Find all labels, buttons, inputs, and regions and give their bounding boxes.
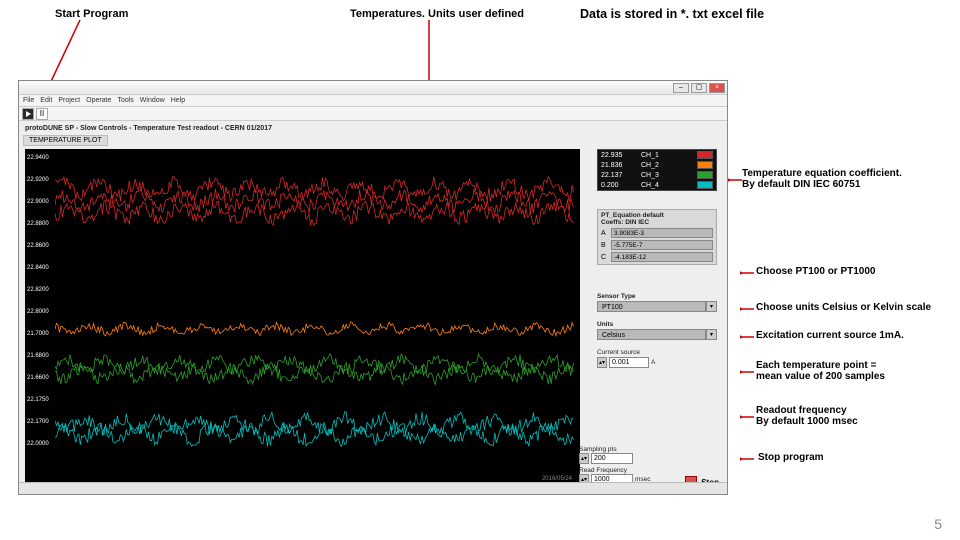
legend-swatch <box>697 181 713 189</box>
chart-series <box>55 322 574 336</box>
callout-current: Excitation current source 1mA. <box>756 330 904 341</box>
titlebar: – ▢ × <box>19 81 727 95</box>
y-tick: 22.9400 <box>27 155 49 161</box>
legend-row-0[interactable]: 22.935 CH_1 <box>598 150 716 160</box>
callout-coef: Temperature equation coefficient. By def… <box>742 168 902 190</box>
coef-b-label: B <box>601 242 609 249</box>
y-tick: 21.6800 <box>27 353 49 359</box>
maximize-button[interactable]: ▢ <box>691 83 707 93</box>
sampling-label: Sampling pts <box>579 446 709 453</box>
statusbar <box>19 482 727 494</box>
menu-operate[interactable]: Operate <box>86 97 111 104</box>
callout-stored: Data is stored in *. txt excel file <box>580 7 764 21</box>
callout-sensor: Choose PT100 or PT1000 <box>756 266 876 277</box>
current-control: Current source ▴▾ A <box>597 349 717 368</box>
legend-swatch <box>697 171 713 179</box>
sampling-spinner[interactable]: ▴▾ <box>579 453 589 464</box>
chart-series <box>55 422 574 447</box>
callout-units: Choose units Celsius or Kelvin scale <box>756 302 931 313</box>
chart-plot <box>55 154 575 474</box>
legend-name: CH_1 <box>641 152 693 159</box>
coef-header: PT_Equation default Coeffs: DIN IEC <box>601 212 713 226</box>
legend-val: 0.200 <box>601 182 637 189</box>
menu-edit[interactable]: Edit <box>40 97 52 104</box>
workspace: protoDUNE SP - Slow Controls - Temperatu… <box>19 121 727 494</box>
toolbar: II <box>19 107 727 121</box>
callout-samples: Each temperature point = mean value of 2… <box>756 360 885 382</box>
page-number: 5 <box>934 516 942 532</box>
coef-a-input[interactable] <box>611 228 713 238</box>
coef-panel: PT_Equation default Coeffs: DIN IEC A B … <box>597 209 717 265</box>
legend-val: 22.137 <box>601 172 637 179</box>
callout-freq: Readout frequency By default 1000 msec <box>756 405 858 427</box>
y-tick: 22.1700 <box>27 419 49 425</box>
sensor-label: Sensor Type <box>597 293 717 300</box>
sensor-dropdown-btn[interactable]: ▾ <box>706 301 717 312</box>
current-spinner[interactable]: ▴▾ <box>597 357 607 368</box>
y-tick: 22.8400 <box>27 265 49 271</box>
y-tick: 22.8200 <box>27 287 49 293</box>
legend-val: 22.935 <box>601 152 637 159</box>
readfreq-label: Read Frequency <box>579 467 709 474</box>
callout-temps: Temperatures. Units user defined <box>350 8 524 20</box>
y-tick: 22.0000 <box>27 441 49 447</box>
arrow-freq <box>740 413 756 421</box>
sensor-picker: Sensor Type PT100▾ <box>597 293 717 312</box>
pause-button[interactable]: II <box>36 108 48 120</box>
menu-window[interactable]: Window <box>140 97 165 104</box>
menu-file[interactable]: File <box>23 97 34 104</box>
y-tick: 22.8000 <box>27 309 49 315</box>
y-tick: 22.9200 <box>27 177 49 183</box>
arrow-current <box>740 333 756 341</box>
menubar: File Edit Project Operate Tools Window H… <box>19 95 727 107</box>
close-button[interactable]: × <box>709 83 725 93</box>
y-tick: 21.7000 <box>27 331 49 337</box>
app-window: – ▢ × File Edit Project Operate Tools Wi… <box>18 80 728 495</box>
panel-title: protoDUNE SP - Slow Controls - Temperatu… <box>25 125 272 132</box>
minimize-button[interactable]: – <box>673 83 689 93</box>
chart-area: 22.9400 22.9200 22.9000 22.8800 22.8600 22.84… <box>25 149 580 484</box>
sensor-value[interactable]: PT100 <box>597 301 706 312</box>
units-dropdown-btn[interactable]: ▾ <box>706 329 717 340</box>
legend-name: CH_3 <box>641 172 693 179</box>
y-tick: 21.6600 <box>27 375 49 381</box>
units-picker: Units Celsius▾ <box>597 321 717 340</box>
coef-c-label: C <box>601 254 609 261</box>
current-input[interactable] <box>609 357 649 368</box>
current-label: Current source <box>597 349 717 356</box>
legend-row-1[interactable]: 21.836 CH_2 <box>598 160 716 170</box>
y-tick: 22.8600 <box>27 243 49 249</box>
chart-series <box>55 177 574 202</box>
arrow-units <box>740 305 756 313</box>
tab-temperature-plot[interactable]: TEMPERATURE PLOT <box>23 135 108 146</box>
legend-swatch <box>697 161 713 169</box>
units-label: Units <box>597 321 717 328</box>
arrow-sensor <box>740 269 756 277</box>
coef-c-input[interactable] <box>611 252 713 262</box>
legend: 22.935 CH_1 21.836 CH_2 22.137 CH_3 0.200 CH_4 <box>597 149 717 191</box>
legend-swatch <box>697 151 713 159</box>
legend-name: CH_4 <box>641 182 693 189</box>
y-tick: 22.9000 <box>27 199 49 205</box>
legend-row-3[interactable]: 0.200 CH_4 <box>598 180 716 190</box>
y-tick: 22.8800 <box>27 221 49 227</box>
coef-a-label: A <box>601 230 609 237</box>
arrow-stop <box>740 455 756 463</box>
y-tick: 22.1750 <box>27 397 49 403</box>
menu-project[interactable]: Project <box>58 97 80 104</box>
units-value[interactable]: Celsius <box>597 329 706 340</box>
callout-stop: Stop program <box>758 452 824 463</box>
sampling-input[interactable] <box>591 453 633 464</box>
run-button[interactable] <box>22 108 34 120</box>
menu-help[interactable]: Help <box>171 97 185 104</box>
arrow-coef <box>728 176 744 184</box>
arrow-samples <box>740 368 756 376</box>
legend-val: 21.836 <box>601 162 637 169</box>
menu-tools[interactable]: Tools <box>117 97 133 104</box>
coef-b-input[interactable] <box>611 240 713 250</box>
current-unit: A <box>651 359 655 366</box>
legend-row-2[interactable]: 22.137 CH_3 <box>598 170 716 180</box>
chart-series <box>55 201 574 226</box>
legend-name: CH_2 <box>641 162 693 169</box>
